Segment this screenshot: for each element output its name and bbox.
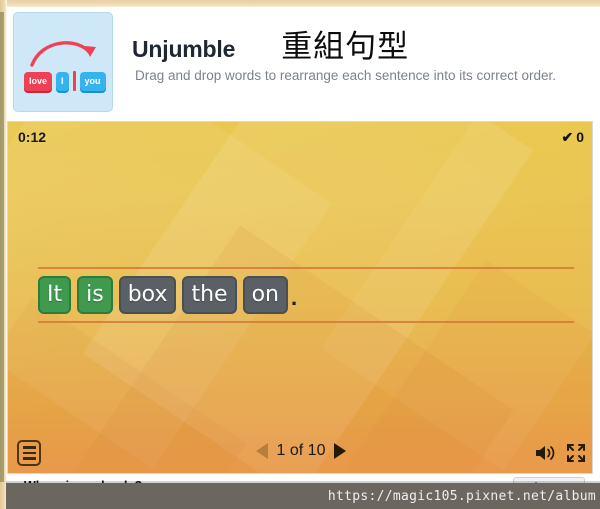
page-title-en: Unjumble bbox=[132, 36, 236, 62]
word-tile-box[interactable]: box bbox=[118, 276, 177, 314]
thumbnail-tile-i: I bbox=[56, 71, 69, 91]
thumbnail-tiles: love I you bbox=[24, 71, 106, 91]
unjumble-example-thumbnail: love I you bbox=[13, 12, 113, 112]
curved-arrow-icon bbox=[30, 41, 96, 67]
watermark-strip: https://magic105.pixnet.net/album bbox=[6, 483, 600, 509]
game-stage[interactable]: 0:12 ✔ 0 It is box the on . 1 of 10 bbox=[7, 121, 593, 474]
word-tile-row[interactable]: It is box the on . bbox=[38, 275, 574, 315]
pager: 1 of 10 bbox=[8, 442, 592, 460]
sentence-drop-zone[interactable]: It is box the on . bbox=[38, 267, 574, 323]
fullscreen-icon[interactable] bbox=[566, 443, 586, 463]
sentence-terminator: . bbox=[291, 285, 298, 310]
game-hud: 0:12 ✔ 0 bbox=[8, 122, 592, 152]
stage-tools bbox=[534, 443, 586, 463]
word-tile-on[interactable]: on bbox=[242, 276, 288, 314]
speaker-icon[interactable] bbox=[534, 443, 556, 463]
game-control-bar: 1 of 10 bbox=[8, 435, 592, 473]
word-tile-it[interactable]: It bbox=[38, 276, 72, 314]
page-root: love I you Unjumble 重組句型 Drag and drop w… bbox=[0, 0, 600, 509]
window-top-edge bbox=[0, 0, 600, 7]
thumbnail-caret-icon bbox=[72, 71, 76, 91]
activity-header: love I you Unjumble 重組句型 Drag and drop w… bbox=[7, 7, 600, 119]
score-value: 0 bbox=[576, 129, 584, 145]
thumbnail-tile-love: love bbox=[24, 71, 53, 91]
sentence-rule-bottom bbox=[38, 321, 574, 323]
word-tile-the[interactable]: the bbox=[182, 276, 237, 314]
page-title-zh: 重組句型 bbox=[281, 29, 410, 65]
sentence-rule-top bbox=[38, 267, 574, 269]
window-left-accent bbox=[0, 12, 4, 482]
thumbnail-tile-you: you bbox=[79, 71, 106, 91]
next-page-icon[interactable] bbox=[334, 443, 347, 459]
pager-label: 1 of 10 bbox=[276, 442, 326, 459]
title-row: Unjumble 重組句型 bbox=[132, 21, 409, 66]
checkmark-icon: ✔ bbox=[561, 128, 574, 145]
word-tile-is[interactable]: is bbox=[77, 276, 113, 314]
score-display: ✔ 0 bbox=[561, 129, 584, 146]
timer-display: 0:12 bbox=[18, 129, 47, 145]
page-subtitle: Drag and drop words to rearrange each se… bbox=[135, 68, 556, 83]
prev-page-icon[interactable] bbox=[255, 443, 268, 459]
watermark-url: https://magic105.pixnet.net/album bbox=[327, 488, 596, 504]
